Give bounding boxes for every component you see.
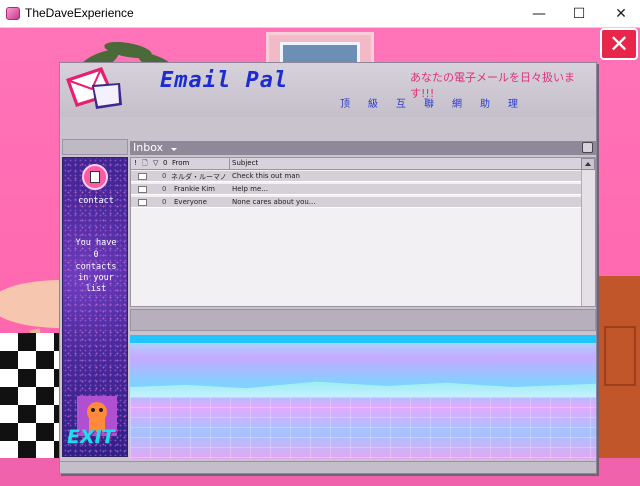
message-from: Everyone xyxy=(174,198,207,206)
message-from: Frankie Kim xyxy=(174,185,216,193)
message-list-header: ! 🗋 ▽ 0 From Subject xyxy=(131,158,581,170)
attachment-icon: 0 xyxy=(162,198,167,206)
col-subject[interactable]: Subject xyxy=(232,159,258,167)
subtitle-char: 級 xyxy=(368,99,378,110)
message-list-scrollbar[interactable] xyxy=(581,158,595,306)
contact-label[interactable]: contact xyxy=(63,196,127,207)
col-priority[interactable]: ! xyxy=(134,159,137,167)
envelope-icon xyxy=(138,173,147,180)
subtitle-char: 助 xyxy=(480,99,490,110)
subtitle-char: 互 xyxy=(396,99,406,110)
contacts-count: 0 xyxy=(93,250,99,260)
contact-book-icon[interactable] xyxy=(82,164,108,190)
col-doc[interactable]: 🗋 xyxy=(142,159,148,170)
column-divider[interactable] xyxy=(229,158,230,170)
subtitle-char: 聯 xyxy=(424,99,434,110)
inbox-bar: Inbox xyxy=(130,141,596,155)
cabinet-panel xyxy=(604,326,636,386)
window-title: TheDaveExperience xyxy=(25,6,134,20)
attachment-icon: 0 xyxy=(162,185,167,193)
maximize-button[interactable]: ☐ xyxy=(556,0,602,28)
app-header: Email Pal あなたの電子メールを日々扱います!!! 顶 級 互 聯 網 … xyxy=(60,63,596,117)
app-subtitle: 顶 級 互 聯 網 助 理 xyxy=(340,95,518,110)
message-row[interactable]: 0 ネルダ・ルーマノ Check this out man xyxy=(131,171,581,182)
inbox-folder-dropdown[interactable]: Inbox xyxy=(133,141,163,154)
contacts-text-line1: You have xyxy=(75,238,117,248)
subtitle-char: 理 xyxy=(508,99,518,110)
message-row[interactable]: 0 Everyone None cares about you... xyxy=(131,197,581,208)
app-icon xyxy=(6,7,20,20)
contacts-text-line2: contacts xyxy=(75,262,117,272)
subtitle-char: 顶 xyxy=(340,99,350,110)
app-title: Email Pal xyxy=(160,68,289,93)
message-subject: Check this out man xyxy=(232,172,300,180)
chevron-down-icon[interactable] xyxy=(171,148,177,151)
message-from: ネルダ・ルーマノ xyxy=(171,173,227,181)
exit-button[interactable]: EXIT xyxy=(67,426,115,448)
preview-header xyxy=(130,309,596,331)
message-list: ! 🗋 ▽ 0 From Subject 0 ネルダ・ルーマノ Check th… xyxy=(130,157,596,307)
attachment-icon: 0 xyxy=(162,172,167,180)
scene-close-button[interactable]: ✕ xyxy=(600,28,638,60)
message-row[interactable]: 0 Frankie Kim Help me... xyxy=(131,184,581,195)
contacts-sidebar: contact You have 0 contacts in your list… xyxy=(62,157,128,457)
envelope-icon xyxy=(138,199,147,206)
vaporwave-grid xyxy=(130,397,596,459)
message-preview-pane xyxy=(130,335,596,459)
col-from[interactable]: From xyxy=(172,159,189,167)
contacts-text-line4: list xyxy=(85,284,107,294)
message-subject: Help me... xyxy=(232,185,268,193)
sidebar-header xyxy=(62,139,128,155)
contacts-text-line3: in your xyxy=(78,273,114,283)
tool-icon[interactable] xyxy=(582,142,593,153)
status-bar xyxy=(60,461,596,473)
room-scene: ✕ Email Pal あなたの電子メールを日々扱います!!! 顶 級 互 聯 … xyxy=(0,28,640,486)
preview-stripe xyxy=(130,335,596,343)
envelope-icon xyxy=(138,186,147,193)
envelope-logo-icon xyxy=(66,67,122,109)
col-attach[interactable]: 0 xyxy=(163,159,167,167)
window-titlebar: TheDaveExperience — ☐ ✕ xyxy=(0,0,640,28)
col-flag[interactable]: ▽ xyxy=(153,159,158,167)
email-pal-window: Email Pal あなたの電子メールを日々扱います!!! 顶 級 互 聯 網 … xyxy=(59,62,597,474)
subtitle-char: 網 xyxy=(452,99,462,110)
close-window-button[interactable]: ✕ xyxy=(598,0,640,28)
scroll-up-arrow-icon[interactable] xyxy=(581,158,595,170)
message-subject: None cares about you... xyxy=(232,198,316,206)
vaporwave-horizon xyxy=(130,381,596,397)
